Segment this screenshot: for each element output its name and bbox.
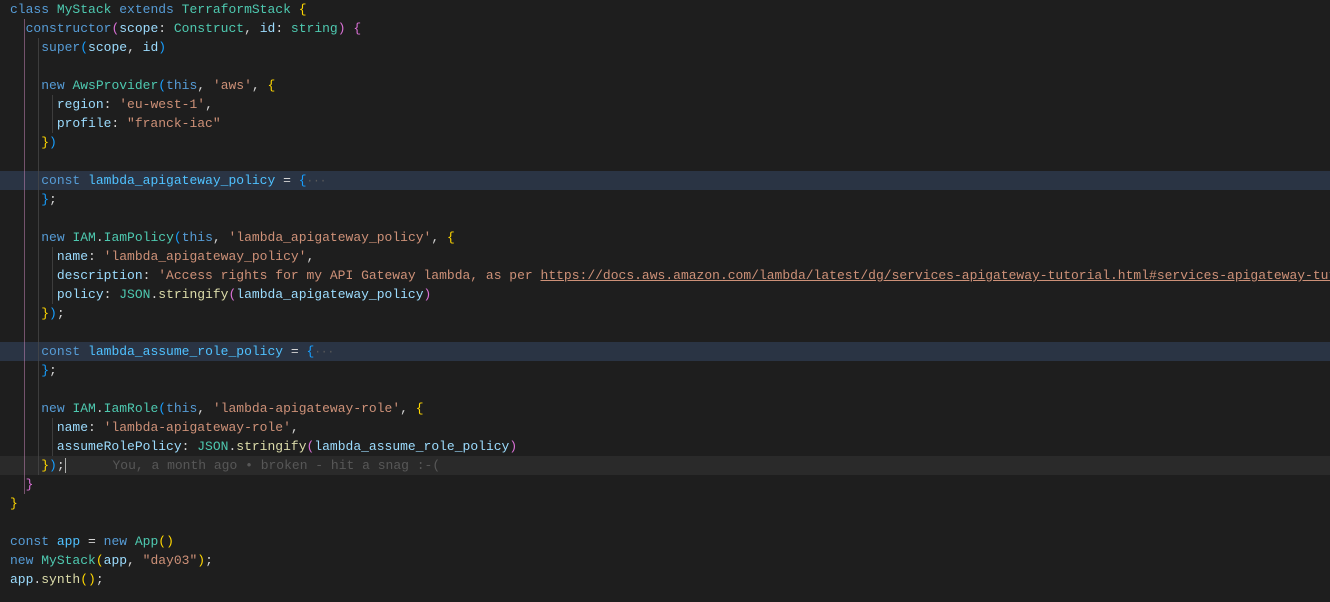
git-blame-annotation[interactable]: You, a month ago • broken - hit a snag :…: [112, 458, 440, 473]
code-line-folded[interactable]: const lambda_apigateway_policy = {···: [0, 171, 1330, 190]
code-line[interactable]: name: 'lambda-apigateway-role',: [0, 418, 1330, 437]
code-line[interactable]: super(scope, id): [0, 38, 1330, 57]
text-cursor: [65, 458, 66, 473]
code-line[interactable]: });: [0, 304, 1330, 323]
code-line[interactable]: class MyStack extends TerraformStack {: [0, 0, 1330, 19]
code-line[interactable]: profile: "franck-iac": [0, 114, 1330, 133]
code-line-folded[interactable]: const lambda_assume_role_policy = {···: [0, 342, 1330, 361]
class-name: MyStack: [57, 2, 112, 17]
code-line[interactable]: app.synth();: [0, 570, 1330, 589]
code-line[interactable]: [0, 323, 1330, 342]
code-line[interactable]: policy: JSON.stringify(lambda_apigateway…: [0, 285, 1330, 304]
code-line[interactable]: }): [0, 133, 1330, 152]
code-line[interactable]: name: 'lambda_apigateway_policy',: [0, 247, 1330, 266]
code-line[interactable]: [0, 209, 1330, 228]
code-line[interactable]: new AwsProvider(this, 'aws', {: [0, 76, 1330, 95]
code-line[interactable]: };: [0, 190, 1330, 209]
code-line[interactable]: }: [0, 494, 1330, 513]
code-line[interactable]: }: [0, 475, 1330, 494]
keyword-extends: extends: [119, 2, 174, 17]
code-line[interactable]: new MyStack(app, "day03");: [0, 551, 1330, 570]
superclass: TerraformStack: [182, 2, 291, 17]
code-line[interactable]: description: 'Access rights for my API G…: [0, 266, 1330, 285]
code-line[interactable]: constructor(scope: Construct, id: string…: [0, 19, 1330, 38]
code-line[interactable]: new IAM.IamRole(this, 'lambda-apigateway…: [0, 399, 1330, 418]
code-line[interactable]: [0, 513, 1330, 532]
code-line[interactable]: [0, 57, 1330, 76]
code-editor[interactable]: class MyStack extends TerraformStack { c…: [0, 0, 1330, 602]
keyword-class: class: [10, 2, 49, 17]
keyword-constructor: constructor: [26, 21, 112, 36]
code-line-current[interactable]: }); You, a month ago • broken - hit a sn…: [0, 456, 1330, 475]
code-line[interactable]: const app = new App(): [0, 532, 1330, 551]
code-line[interactable]: region: 'eu-west-1',: [0, 95, 1330, 114]
code-line[interactable]: };: [0, 361, 1330, 380]
code-line[interactable]: [0, 152, 1330, 171]
code-line[interactable]: assumeRolePolicy: JSON.stringify(lambda_…: [0, 437, 1330, 456]
fold-indicator[interactable]: ···: [314, 347, 334, 359]
fold-indicator[interactable]: ···: [307, 176, 327, 188]
url-link[interactable]: https://docs.aws.amazon.com/lambda/lates…: [541, 268, 1330, 283]
code-line[interactable]: [0, 380, 1330, 399]
code-line[interactable]: new IAM.IamPolicy(this, 'lambda_apigatew…: [0, 228, 1330, 247]
